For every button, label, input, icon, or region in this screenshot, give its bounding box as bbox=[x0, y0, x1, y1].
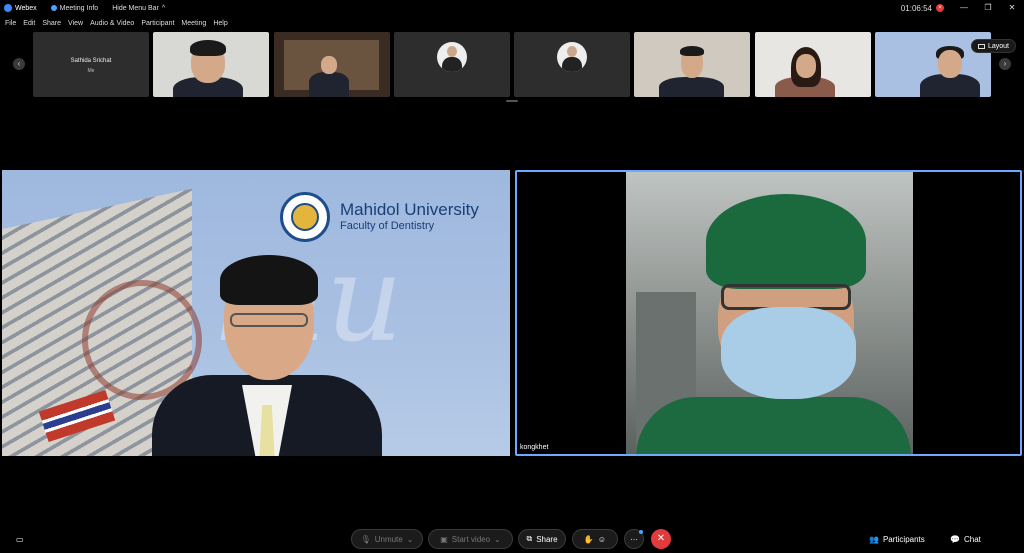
hide-menu-bar-button[interactable]: Hide Menu Bar ^ bbox=[112, 5, 165, 12]
participant-strip: ‹ Sathida Srichat Me › Layout bbox=[0, 31, 1024, 99]
restore-button[interactable]: ❐ bbox=[976, 0, 1000, 16]
meeting-info-button[interactable]: Meeting Info bbox=[50, 5, 98, 12]
notification-dot bbox=[639, 530, 643, 534]
share-screen-icon: ⧉ bbox=[526, 534, 533, 543]
avatar bbox=[437, 42, 467, 72]
share-button[interactable]: ⧉ Share bbox=[518, 529, 566, 549]
reactions-group[interactable]: ✋ ☺ bbox=[572, 529, 618, 549]
strip-resize-handle[interactable] bbox=[506, 100, 518, 102]
participant-tile-video[interactable] bbox=[634, 32, 750, 97]
menu-share[interactable]: Share bbox=[42, 20, 61, 27]
participant-tile-self[interactable]: Sathida Srichat Me bbox=[33, 32, 149, 97]
participant-tile-avatar[interactable] bbox=[394, 32, 510, 97]
start-video-button[interactable]: ▣ Start video ⌄ bbox=[428, 529, 513, 549]
participant-name: Sathida Srichat bbox=[70, 58, 112, 64]
app-name: Webex bbox=[15, 4, 37, 12]
chevron-up-icon: ^ bbox=[161, 4, 166, 12]
menu-participant[interactable]: Participant bbox=[141, 20, 174, 27]
menu-meeting[interactable]: Meeting bbox=[181, 20, 206, 27]
menu-file[interactable]: File bbox=[5, 20, 16, 27]
chevron-down-icon: ⌄ bbox=[406, 534, 414, 544]
chevron-down-icon: ⌄ bbox=[494, 534, 501, 544]
layout-button[interactable]: Layout bbox=[970, 39, 1016, 53]
menu-edit[interactable]: Edit bbox=[23, 20, 35, 27]
meeting-toolbar: ▭ 🎙 Unmute ⌄ ▣ Start video ⌄ ⧉ Share ✋ ☺… bbox=[0, 527, 1024, 551]
close-window-button[interactable]: ✕ bbox=[1000, 0, 1024, 16]
participant-video bbox=[626, 172, 913, 454]
webex-logo-icon bbox=[4, 4, 12, 12]
video-pane-speaker[interactable]: mu Mahidol University Faculty of Dentist… bbox=[2, 170, 510, 456]
unmute-button[interactable]: 🎙 Unmute ⌄ bbox=[351, 529, 423, 549]
avatar bbox=[557, 42, 587, 72]
title-bar: Webex Meeting Info Hide Menu Bar ^ 01:06… bbox=[0, 0, 1024, 16]
meeting-timer: 01:06:54 bbox=[900, 3, 932, 13]
university-logo-icon bbox=[280, 192, 330, 242]
minimize-button[interactable]: — bbox=[952, 0, 976, 16]
participant-tile-video[interactable] bbox=[755, 32, 871, 97]
strip-prev-button[interactable]: ‹ bbox=[13, 58, 25, 70]
faculty-name: Faculty of Dentistry bbox=[340, 220, 435, 232]
participants-icon: 👥 bbox=[869, 534, 879, 544]
chat-icon: 💬 bbox=[950, 534, 960, 544]
layout-icon bbox=[977, 43, 985, 49]
recording-icon[interactable]: × bbox=[936, 4, 944, 12]
microphone-muted-icon: 🎙 bbox=[360, 534, 371, 544]
participant-sub: Me bbox=[87, 68, 95, 74]
speaker-video bbox=[142, 255, 392, 456]
video-pane-active[interactable]: kongkhet bbox=[515, 170, 1022, 456]
participant-tile-video[interactable] bbox=[274, 32, 390, 97]
participants-button[interactable]: 👥 Participants bbox=[869, 531, 925, 547]
chat-button[interactable]: 💬 Chat bbox=[950, 531, 981, 547]
participant-name-label: kongkhet bbox=[520, 444, 549, 451]
app-brand: Webex bbox=[4, 4, 37, 12]
university-name: Mahidol University bbox=[340, 200, 479, 219]
participant-tile-video[interactable] bbox=[153, 32, 269, 97]
participant-tile-avatar[interactable] bbox=[514, 32, 630, 97]
raise-hand-icon[interactable]: ✋ bbox=[584, 535, 594, 544]
menu-help[interactable]: Help bbox=[213, 20, 227, 27]
camera-off-icon: ▣ bbox=[440, 534, 448, 544]
leave-meeting-button[interactable]: ✕ bbox=[651, 529, 671, 549]
menu-audio-video[interactable]: Audio & Video bbox=[90, 20, 134, 27]
info-icon bbox=[50, 5, 57, 11]
captions-button[interactable]: ▭ bbox=[16, 531, 24, 547]
captions-icon: ▭ bbox=[16, 534, 24, 544]
menu-bar: File Edit Share View Audio & Video Parti… bbox=[0, 17, 230, 29]
strip-next-button[interactable]: › bbox=[999, 58, 1011, 70]
emoji-icon[interactable]: ☺ bbox=[598, 535, 606, 544]
menu-view[interactable]: View bbox=[68, 20, 83, 27]
